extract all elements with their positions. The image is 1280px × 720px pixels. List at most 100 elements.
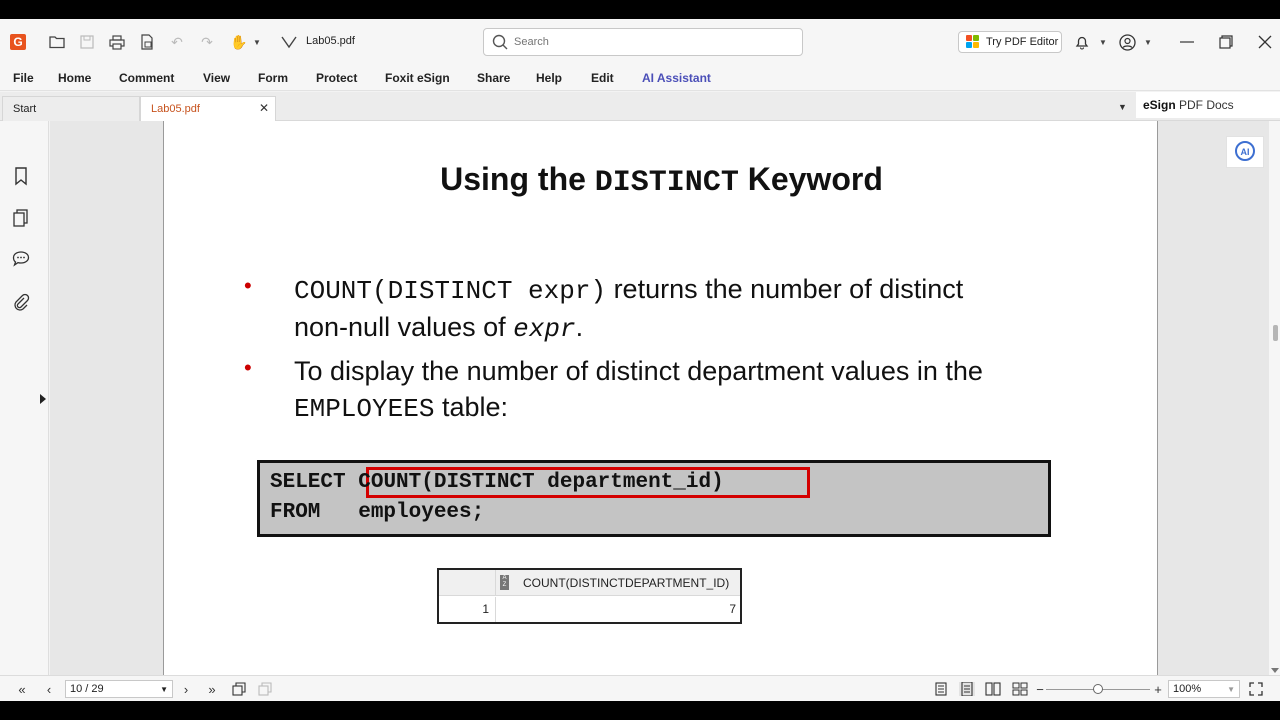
menu-view[interactable]: View (203, 71, 230, 85)
page-number-field[interactable]: 10 / 29 ▼ (65, 680, 173, 698)
pdf-editor-logo-icon (966, 35, 979, 48)
row-number-header (439, 570, 496, 596)
tab-lab05[interactable]: Lab05.pdf ✕ (140, 96, 276, 121)
next-page-icon[interactable]: › (178, 682, 194, 697)
tab-lab05-label: Lab05.pdf (151, 103, 200, 115)
pdf-page: Using the DISTINCT Keyword • COUNT(DISTI… (163, 121, 1158, 675)
hand-tool-dropdown-icon[interactable]: ▼ (248, 33, 266, 51)
zoom-slider-handle[interactable] (1093, 684, 1103, 694)
slide-title-post: Keyword (738, 161, 883, 197)
single-page-view-icon[interactable] (933, 682, 949, 696)
bullet-2-text: table: (434, 392, 508, 422)
code-line-2: FROM employees; (270, 501, 485, 524)
comments-icon[interactable] (11, 249, 31, 269)
redo-icon[interactable]: ↷ (198, 33, 216, 51)
menu-edit[interactable]: Edit (591, 71, 614, 85)
search-icon (492, 34, 508, 50)
column-type-icon: AZ (500, 575, 509, 590)
page-indicator: 10 / 29 (70, 683, 104, 695)
bullet-marker: • (244, 273, 252, 298)
continuous-view-icon[interactable] (959, 682, 975, 696)
foxit-logo-icon: G (10, 34, 26, 50)
bullet-1: COUNT(DISTINCT expr) returns the number … (294, 271, 1114, 347)
notification-dropdown-icon[interactable]: ▼ (1094, 33, 1112, 51)
continuous-facing-view-icon[interactable] (1012, 682, 1028, 696)
notification-bell-icon[interactable] (1073, 33, 1091, 51)
query-result-grid: AZ COUNT(DISTINCTDEPARTMENT_ID) 1 7 (437, 568, 742, 624)
menu-ai-assistant[interactable]: AI Assistant (642, 71, 711, 85)
menu-form[interactable]: Form (258, 71, 288, 85)
esign-label-bold: eSign (1143, 98, 1176, 112)
bullet-2-line1: To display the number of distinct depart… (294, 356, 983, 386)
undo-icon[interactable]: ↶ (168, 33, 186, 51)
previous-page-icon[interactable]: ‹ (41, 682, 57, 697)
attachment-icon[interactable] (11, 293, 31, 313)
result-header-row: AZ COUNT(DISTINCTDEPARTMENT_ID) (439, 570, 740, 596)
tab-start[interactable]: Start (2, 96, 140, 121)
scrollbar-thumb[interactable] (1273, 325, 1278, 341)
document-viewport[interactable]: Using the DISTINCT Keyword • COUNT(DISTI… (50, 121, 1269, 675)
result-column-header: COUNT(DISTINCTDEPARTMENT_ID) (523, 576, 730, 590)
pages-thumbnail-icon[interactable] (11, 208, 31, 228)
first-page-icon[interactable]: « (14, 682, 30, 697)
fullscreen-icon[interactable] (1248, 682, 1264, 696)
bookmark-icon[interactable] (11, 166, 31, 186)
menu-share[interactable]: Share (477, 71, 510, 85)
document-shield-icon (280, 33, 298, 51)
tab-list-dropdown-icon[interactable]: ▼ (1118, 102, 1127, 112)
last-page-icon[interactable]: » (204, 682, 220, 697)
menu-foxit-esign[interactable]: Foxit eSign (385, 71, 450, 85)
bullet-1-line2: non-null values of (294, 312, 514, 342)
bullet-1-code: COUNT(DISTINCT expr) (294, 276, 607, 306)
scroll-down-arrow-icon[interactable] (1271, 668, 1279, 673)
zoom-in-icon[interactable]: + (1150, 682, 1166, 697)
document-title: Lab05.pdf (306, 35, 355, 47)
result-row: 1 7 (439, 597, 740, 622)
facing-view-icon[interactable] (985, 682, 1001, 696)
page-dropdown-icon[interactable]: ▼ (160, 685, 168, 694)
ai-assistant-float-icon[interactable]: AI (1226, 136, 1264, 168)
next-view-icon[interactable] (257, 682, 273, 696)
account-dropdown-icon[interactable]: ▼ (1139, 33, 1157, 51)
code-select-keyword: SELECT (270, 471, 346, 494)
create-pdf-icon[interactable] (138, 33, 156, 51)
close-window-button[interactable] (1252, 29, 1278, 55)
foxit-window: G ↶ ↷ ✋ ▼ Lab05.pdf Try PDF Editor (0, 19, 1280, 701)
menu-comment[interactable]: Comment (119, 71, 174, 85)
result-row-number: 1 (439, 597, 496, 622)
left-navigation-panel (0, 121, 49, 675)
status-bar: « ‹ 10 / 29 ▼ › » − + 100% ▼ (0, 675, 1280, 701)
account-icon[interactable] (1118, 33, 1136, 51)
try-pdf-editor-button[interactable]: Try PDF Editor (958, 31, 1062, 53)
menu-file[interactable]: File (13, 71, 34, 85)
code-line-1: SELECT COUNT(DISTINCT department_id) (270, 471, 724, 494)
zoom-level: 100% (1173, 683, 1202, 695)
menu-help[interactable]: Help (536, 71, 562, 85)
title-bar: G ↶ ↷ ✋ ▼ Lab05.pdf Try PDF Editor (0, 19, 1280, 66)
close-tab-icon[interactable]: ✕ (259, 101, 269, 115)
open-folder-icon[interactable] (48, 33, 66, 51)
expand-panel-icon[interactable] (40, 394, 46, 404)
hand-tool-icon[interactable]: ✋ (230, 33, 248, 51)
save-icon[interactable] (78, 33, 96, 51)
search-input[interactable] (514, 33, 794, 51)
print-icon[interactable] (108, 33, 126, 51)
bullet-1-end: . (575, 312, 584, 342)
zoom-dropdown-icon[interactable]: ▼ (1227, 685, 1235, 694)
esign-promo[interactable]: eSign PDF Docs (1136, 92, 1280, 118)
menu-home[interactable]: Home (58, 71, 91, 85)
bullet-2-code: EMPLOYEES (294, 394, 435, 424)
vertical-scrollbar[interactable] (1269, 121, 1280, 675)
code-count-expression: COUNT(DISTINCT department_id) (358, 471, 724, 494)
search-box[interactable] (483, 28, 803, 56)
previous-view-icon[interactable] (231, 682, 247, 696)
svg-text:AI: AI (1241, 147, 1250, 157)
try-pdf-editor-label: Try PDF Editor (986, 36, 1059, 48)
bullet-2: To display the number of distinct depart… (294, 353, 1114, 427)
restore-button[interactable] (1213, 29, 1239, 55)
menu-protect[interactable]: Protect (316, 71, 357, 85)
zoom-level-field[interactable]: 100% ▼ (1168, 680, 1240, 698)
minimize-button[interactable] (1174, 29, 1200, 55)
sql-code-box: SELECT COUNT(DISTINCT department_id) FRO… (257, 460, 1051, 537)
esign-label-rest: PDF Docs (1175, 98, 1234, 112)
